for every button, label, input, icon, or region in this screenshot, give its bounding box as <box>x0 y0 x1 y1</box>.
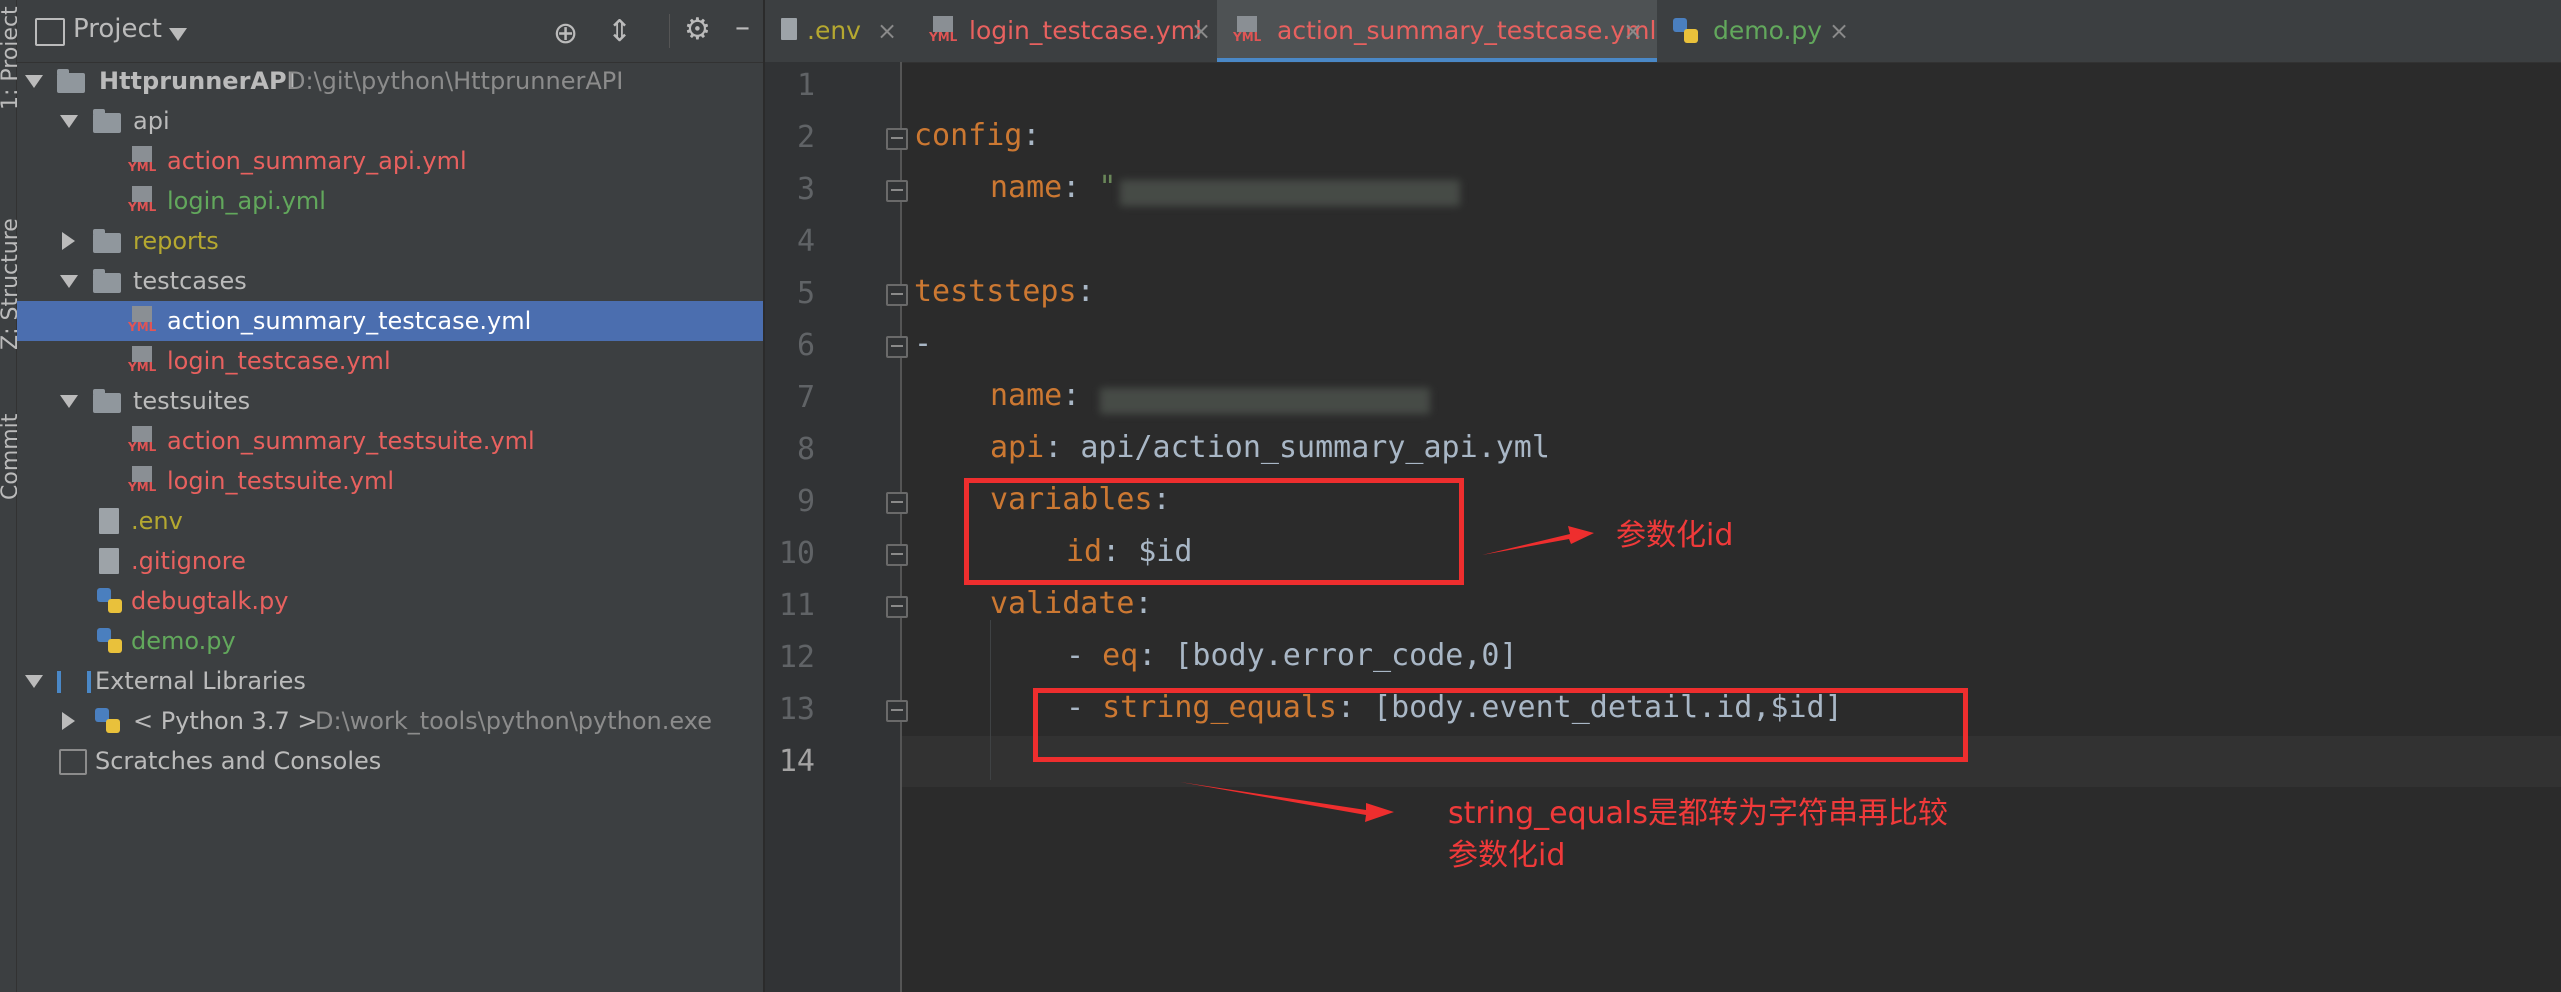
annotation-note1: 参数化id <box>1616 518 1734 553</box>
annotation-arrows <box>1180 526 1594 822</box>
arrow-to-note2 <box>1180 782 1394 822</box>
annotation-note2-line1: string_equals是都转为字符串再比较 <box>1448 796 1948 831</box>
arrow-to-note1 <box>1482 526 1594 555</box>
annotation-note2-line2: 参数化id <box>1448 838 1566 873</box>
